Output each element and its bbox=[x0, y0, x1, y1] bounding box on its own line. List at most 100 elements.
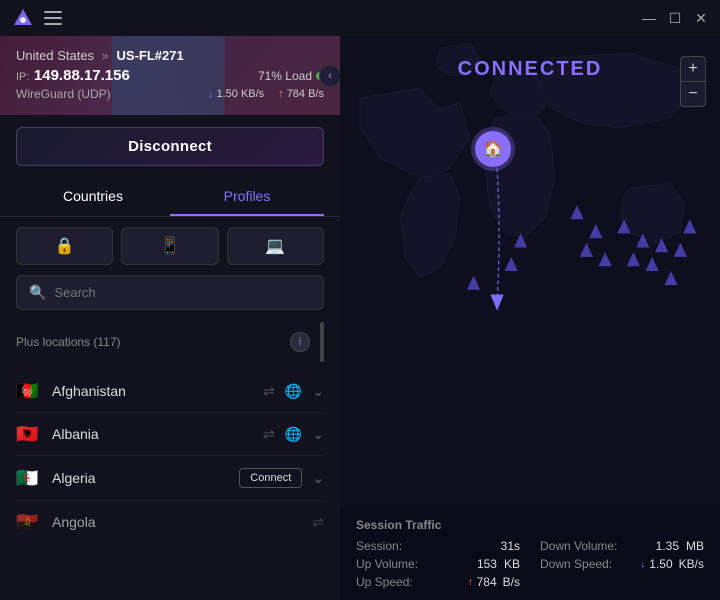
search-icon: 🔍 bbox=[29, 284, 46, 301]
title-bar-controls: — ☐ ✕ bbox=[642, 11, 708, 25]
country-name-albania: Albania bbox=[52, 426, 253, 442]
globe-icon-afghanistan[interactable]: 🌐 bbox=[285, 383, 302, 400]
app-logo-icon bbox=[12, 7, 34, 29]
down-speed: ↓ 1.50 KB/s bbox=[208, 88, 264, 100]
up-speed-arrow-icon: ↑ bbox=[468, 577, 473, 588]
collapse-panel-button[interactable]: ‹ bbox=[319, 65, 340, 87]
close-button[interactable]: ✕ bbox=[694, 11, 708, 25]
down-volume-value: 1.35 MB bbox=[656, 539, 704, 553]
flag-afghanistan: 🇦🇫 bbox=[16, 382, 42, 400]
down-speed-label: Down Speed: bbox=[540, 557, 612, 571]
connected-label: CONNECTED bbox=[458, 58, 603, 81]
country-list: 🇦🇫 Afghanistan ⇌ 🌐 ⌄ 🇦🇱 Albania ⇌ 🌐 ⌄ bbox=[0, 370, 340, 600]
lock-filter-button[interactable]: 🔒 bbox=[16, 227, 113, 265]
up-speed: ↑ 784 B/s bbox=[278, 88, 324, 100]
zoom-out-button[interactable]: − bbox=[680, 81, 706, 107]
maximize-button[interactable]: ☐ bbox=[668, 11, 682, 25]
right-panel: CONNECTED + − 🏠 bbox=[340, 36, 720, 600]
search-input[interactable] bbox=[54, 285, 311, 300]
disconnect-section: Disconnect bbox=[0, 115, 340, 178]
ip-value: 149.88.17.156 bbox=[34, 67, 130, 84]
load-info: 71% Load bbox=[258, 69, 324, 83]
down-volume-label: Down Volume: bbox=[540, 539, 617, 553]
country-item-algeria[interactable]: 🇩🇿 Algeria Connect ⌄ bbox=[16, 456, 324, 501]
country-actions-albania: ⇌ 🌐 ⌄ bbox=[263, 426, 324, 443]
location-country: United States bbox=[16, 48, 94, 63]
country-item-angola[interactable]: 🇦🇴 Angola ⇌ bbox=[16, 501, 324, 543]
traffic-row-down-vol: Down Volume: 1.35 MB bbox=[540, 538, 704, 554]
flag-albania: 🇦🇱 bbox=[16, 425, 42, 443]
ip-label: IP: bbox=[16, 71, 29, 83]
search-section: 🔍 bbox=[0, 275, 340, 318]
filter-row: 🔒 📱 💻 bbox=[0, 217, 340, 275]
left-panel: United States » US-FL#271 IP: 149.88.17.… bbox=[0, 36, 340, 600]
minimize-button[interactable]: — bbox=[642, 11, 656, 25]
traffic-row-up-speed: Up Speed: ↑ 784 B/s bbox=[356, 574, 520, 590]
info-button[interactable]: i bbox=[290, 332, 310, 352]
down-vol-unit: MB bbox=[686, 539, 704, 553]
device-filter-icon: 💻 bbox=[265, 236, 285, 256]
expand-btn-algeria[interactable]: ⌄ bbox=[312, 470, 324, 487]
refresh-icon-albania[interactable]: ⇌ bbox=[263, 426, 275, 443]
up-speed-unit: B/s bbox=[503, 575, 520, 589]
flag-angola: 🇦🇴 bbox=[16, 513, 42, 531]
down-speed-value: 1.50 KB/s bbox=[216, 88, 264, 100]
country-actions-algeria: Connect ⌄ bbox=[239, 468, 324, 488]
up-speed-value: ↑ 784 B/s bbox=[468, 575, 520, 589]
ip-row: IP: 149.88.17.156 71% Load bbox=[16, 67, 324, 85]
down-speed-num: 1.50 bbox=[649, 557, 672, 571]
tab-countries[interactable]: Countries bbox=[16, 178, 170, 216]
down-speed-unit: KB/s bbox=[679, 557, 704, 571]
main-layout: United States » US-FL#271 IP: 149.88.17.… bbox=[0, 36, 720, 600]
country-item-albania[interactable]: 🇦🇱 Albania ⇌ 🌐 ⌄ bbox=[16, 413, 324, 456]
up-arrow-icon: ↑ bbox=[278, 88, 284, 100]
phone-filter-icon: 📱 bbox=[160, 236, 180, 256]
up-vol-unit: KB bbox=[504, 557, 520, 571]
refresh-icon-afghanistan[interactable]: ⇌ bbox=[263, 383, 275, 400]
traffic-row-up-vol: Up Volume: 153 KB bbox=[356, 556, 520, 572]
up-speed-label: Up Speed: bbox=[356, 575, 413, 589]
lock-filter-icon: 🔒 bbox=[55, 236, 75, 256]
protocol-row: WireGuard (UDP) ↓ 1.50 KB/s ↑ 784 B/s bbox=[16, 87, 324, 101]
load-text: 71% Load bbox=[258, 69, 312, 83]
search-box: 🔍 bbox=[16, 275, 324, 310]
refresh-icon-angola[interactable]: ⇌ bbox=[312, 514, 324, 531]
location-arrow: » bbox=[102, 48, 109, 63]
plus-locations-label: Plus locations (117) bbox=[16, 335, 121, 349]
connect-button-algeria[interactable]: Connect bbox=[239, 468, 302, 488]
down-vol-num: 1.35 bbox=[656, 539, 679, 553]
plus-locations-row: Plus locations (117) i bbox=[0, 318, 340, 370]
country-actions-afghanistan: ⇌ 🌐 ⌄ bbox=[263, 383, 324, 400]
session-traffic-title: Session Traffic bbox=[356, 518, 704, 532]
tabs-row: Countries Profiles bbox=[0, 178, 340, 217]
session-label: Session: bbox=[356, 539, 402, 553]
country-item-afghanistan[interactable]: 🇦🇫 Afghanistan ⇌ 🌐 ⌄ bbox=[16, 370, 324, 413]
country-name-algeria: Algeria bbox=[52, 470, 229, 486]
globe-icon-albania[interactable]: 🌐 bbox=[285, 426, 302, 443]
expand-btn-albania[interactable]: ⌄ bbox=[312, 426, 324, 443]
traffic-row-down-speed: Down Speed: ↓ 1.50 KB/s bbox=[540, 556, 704, 572]
up-speed-num: 784 bbox=[477, 575, 497, 589]
device-filter-button[interactable]: 💻 bbox=[227, 227, 324, 265]
home-location-pin: 🏠 bbox=[475, 131, 511, 167]
flag-algeria: 🇩🇿 bbox=[16, 469, 42, 487]
title-bar: — ☐ ✕ bbox=[0, 0, 720, 36]
phone-filter-button[interactable]: 📱 bbox=[121, 227, 218, 265]
up-volume-label: Up Volume: bbox=[356, 557, 418, 571]
speed-info: ↓ 1.50 KB/s ↑ 784 B/s bbox=[208, 88, 324, 100]
down-speed-arrow-icon: ↓ bbox=[640, 559, 645, 570]
tab-profiles[interactable]: Profiles bbox=[170, 178, 324, 216]
expand-btn-afghanistan[interactable]: ⌄ bbox=[312, 383, 324, 400]
down-arrow-icon: ↓ bbox=[208, 88, 214, 100]
header-banner: United States » US-FL#271 IP: 149.88.17.… bbox=[0, 36, 340, 115]
traffic-row-session: Session: 31s bbox=[356, 538, 520, 554]
hamburger-menu-icon[interactable] bbox=[44, 11, 62, 25]
ip-info: IP: 149.88.17.156 bbox=[16, 67, 130, 85]
zoom-in-button[interactable]: + bbox=[680, 56, 706, 82]
disconnect-button[interactable]: Disconnect bbox=[16, 127, 324, 166]
plus-right: i bbox=[290, 322, 324, 362]
title-bar-left bbox=[12, 7, 62, 29]
traffic-grid: Session: 31s Down Volume: 1.35 MB Up Vol… bbox=[356, 538, 704, 590]
up-vol-num: 153 bbox=[477, 557, 497, 571]
server-name: US-FL#271 bbox=[117, 48, 184, 63]
